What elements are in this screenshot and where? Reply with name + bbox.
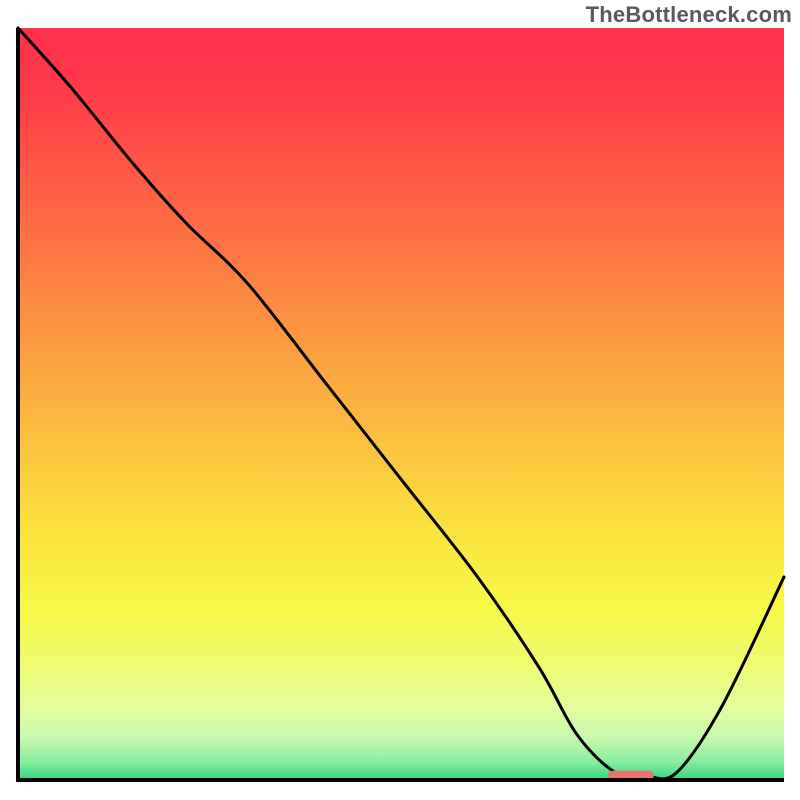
watermark-text: TheBottleneck.com <box>586 2 792 28</box>
plot-background <box>18 28 784 780</box>
chart-container: TheBottleneck.com <box>0 0 800 800</box>
bottleneck-chart <box>0 0 800 800</box>
